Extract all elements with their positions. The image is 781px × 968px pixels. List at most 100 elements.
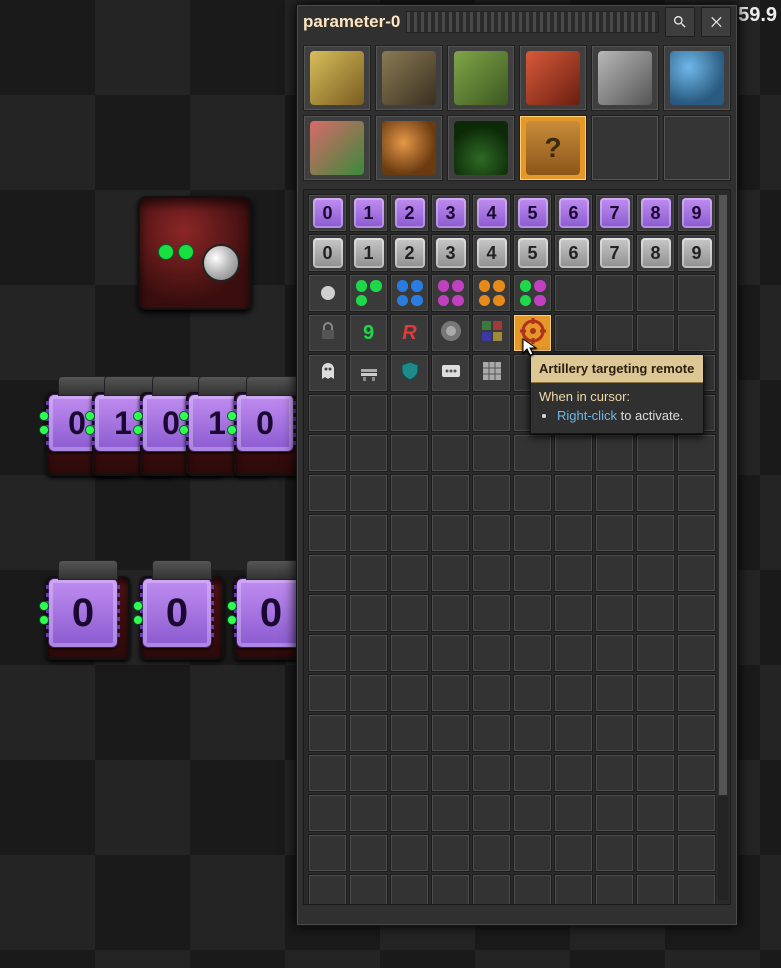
signal-white-dot[interactable] (308, 274, 347, 312)
signal-gray-digit-2[interactable]: 2 (390, 234, 429, 272)
signal-stack[interactable] (349, 354, 388, 392)
signal-grid[interactable] (472, 354, 511, 392)
empty-slot (431, 874, 470, 905)
grid-box-icon (480, 359, 504, 388)
empty-slot (431, 474, 470, 512)
fps-counter: /59.9 (733, 4, 777, 27)
empty-slot (554, 794, 593, 832)
signal-grid: 012345678901234567899R (308, 194, 716, 900)
combat-icon (526, 51, 580, 105)
category-tab-logistics[interactable] (303, 45, 371, 111)
close-button[interactable] (701, 7, 731, 37)
signal-digit-4[interactable]: 4 (472, 194, 511, 232)
empty-slot (513, 794, 552, 832)
signal-digit-0[interactable]: 0 (308, 194, 347, 232)
empty-slot (431, 794, 470, 832)
signal-gray-digit-6[interactable]: 6 (554, 234, 593, 272)
titlebar-drag-handle[interactable] (406, 11, 659, 33)
category-tab-fluids[interactable] (663, 45, 731, 111)
signal-gray-digit-7[interactable]: 7 (595, 234, 634, 272)
environment-icon (454, 121, 508, 175)
empty-slot (349, 714, 388, 752)
empty-slot (431, 554, 470, 592)
signal-red-r[interactable]: R (390, 314, 429, 352)
signal-gray-digit-0[interactable]: 0 (308, 234, 347, 272)
search-button[interactable] (665, 7, 695, 37)
empty-slot (390, 754, 429, 792)
empty-slot (513, 874, 552, 905)
signal-gray-digit-5[interactable]: 5 (513, 234, 552, 272)
constant-combinator[interactable]: 0 (46, 576, 130, 660)
signal-digit-9[interactable]: 9 (677, 194, 716, 232)
scrollbar[interactable] (718, 194, 728, 900)
empty-slot (349, 674, 388, 712)
signal-lock[interactable] (308, 314, 347, 352)
empty-slot (636, 434, 675, 472)
signal-orange-dots[interactable] (472, 274, 511, 312)
chip-icon: 1 (354, 238, 384, 268)
signal-grid-container: 012345678901234567899R (303, 189, 731, 905)
signal-digit-8[interactable]: 8 (636, 194, 675, 232)
signal-artillery-remote[interactable] (513, 314, 552, 352)
empty-slot (636, 834, 675, 872)
signal-bundle[interactable] (472, 314, 511, 352)
signal-gray-digit-9[interactable]: 9 (677, 234, 716, 272)
ellipsis-box-icon (439, 359, 463, 388)
chip-icon: 5 (518, 198, 548, 228)
tooltip-hint: When in cursor: (539, 389, 695, 404)
signal-digit-1[interactable]: 1 (349, 194, 388, 232)
category-tab-military[interactable] (591, 45, 659, 111)
empty-slot (595, 514, 634, 552)
category-tab-production[interactable] (375, 45, 443, 111)
empty-slot (677, 434, 716, 472)
category-tab-combat[interactable] (519, 45, 587, 111)
signal-chip: 0 (142, 578, 212, 648)
signal-gray-digit-1[interactable]: 1 (349, 234, 388, 272)
signal-digit-7[interactable]: 7 (595, 194, 634, 232)
signal-magenta-dots[interactable] (431, 274, 470, 312)
empty-slot (431, 714, 470, 752)
signal-gray-digit-8[interactable]: 8 (636, 234, 675, 272)
empty-slot (513, 754, 552, 792)
empty-slot (431, 394, 470, 432)
empty-slot (349, 514, 388, 552)
scrollbar-thumb[interactable] (718, 194, 728, 796)
signal-shield[interactable] (390, 354, 429, 392)
empty-slot (472, 594, 511, 632)
signal-ellipsis[interactable] (431, 354, 470, 392)
signal-green-dots[interactable] (349, 274, 388, 312)
signal-digit-2[interactable]: 2 (390, 194, 429, 232)
signal-mixed-dots[interactable] (513, 274, 552, 312)
empty-slot (390, 874, 429, 905)
empty-slot (554, 874, 593, 905)
signal-ghost[interactable] (308, 354, 347, 392)
signal-gray-digit-3[interactable]: 3 (431, 234, 470, 272)
decider-combinator[interactable] (138, 196, 252, 310)
empty-slot (390, 834, 429, 872)
category-tab-empty-2 (663, 115, 731, 181)
signal-steel[interactable] (431, 314, 470, 352)
signal-gray-digit-4[interactable]: 4 (472, 234, 511, 272)
signal-green-nine[interactable]: 9 (349, 314, 388, 352)
category-tab-unsorted[interactable] (519, 115, 587, 181)
unsorted-icon (526, 121, 580, 175)
empty-slot (472, 394, 511, 432)
tooltip: Artillery targeting remote When in curso… (530, 354, 704, 434)
dot-group-icon (356, 280, 382, 306)
constant-combinator[interactable]: 0 (140, 576, 224, 660)
titlebar[interactable]: parameter-0 (297, 5, 737, 39)
category-tab-environment[interactable] (447, 115, 515, 181)
empty-slot (636, 794, 675, 832)
empty-slot (677, 474, 716, 512)
empty-slot (595, 754, 634, 792)
category-tab-intermediate[interactable] (447, 45, 515, 111)
signal-digit-5[interactable]: 5 (513, 194, 552, 232)
category-tab-enemies[interactable] (375, 115, 443, 181)
signal-digit-6[interactable]: 6 (554, 194, 593, 232)
signal-digit-3[interactable]: 3 (431, 194, 470, 232)
empty-slot (513, 714, 552, 752)
category-tab-signals-misc[interactable] (303, 115, 371, 181)
steel-icon (438, 318, 464, 349)
signal-blue-dots[interactable] (390, 274, 429, 312)
empty-slot (677, 714, 716, 752)
